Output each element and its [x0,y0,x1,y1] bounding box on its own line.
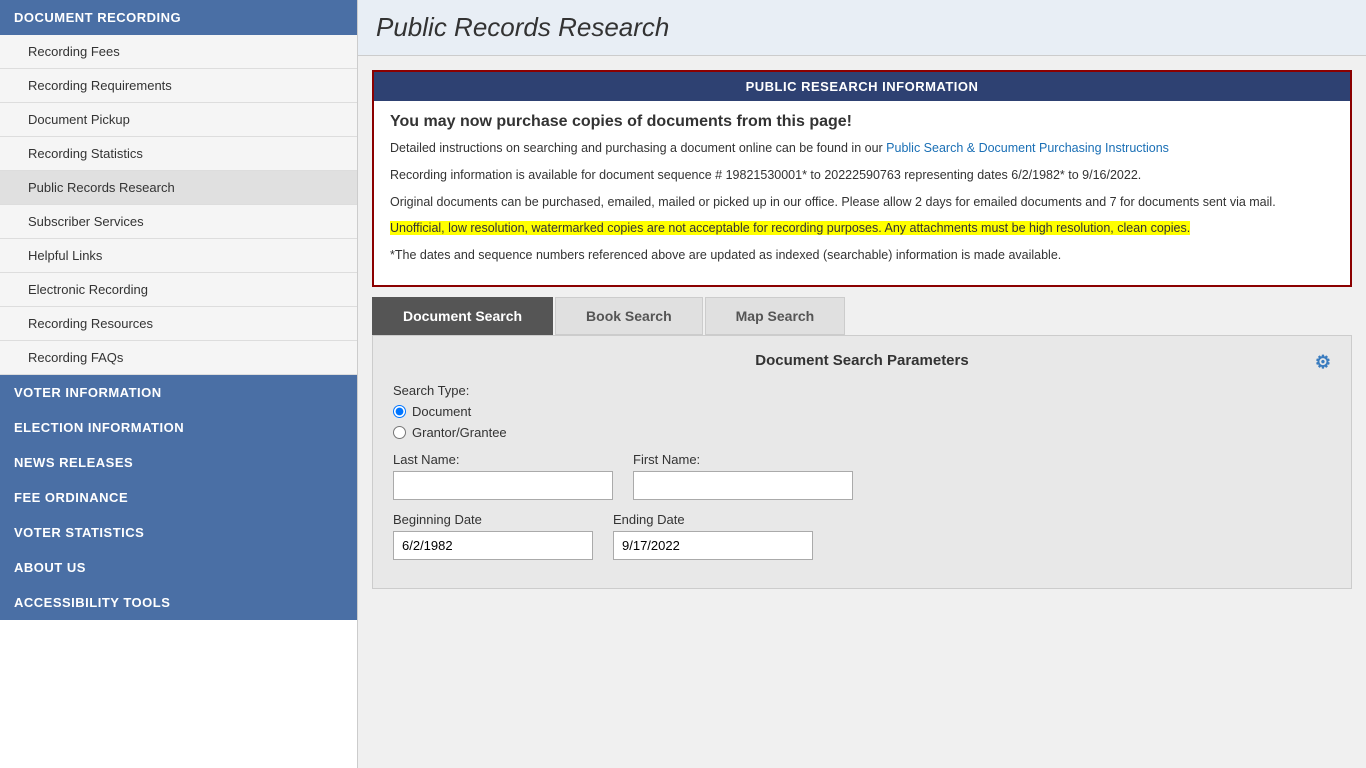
sidebar-item-recording-requirements[interactable]: Recording Requirements [0,69,357,103]
sidebar-section-voter-statistics[interactable]: VOTER STATISTICS [0,515,357,550]
search-panel: Document Search Parameters ⚙ Search Type… [372,335,1352,589]
radio-grantor-label[interactable]: Grantor/Grantee [393,425,1331,440]
first-name-input[interactable] [633,471,853,500]
info-para5: *The dates and sequence numbers referenc… [390,246,1334,265]
info-box: PUBLIC RESEARCH INFORMATION You may now … [372,70,1352,287]
sidebar: DOCUMENT RECORDINGRecording FeesRecordin… [0,0,358,768]
last-name-label: Last Name: [393,452,613,467]
sidebar-item-recording-faqs[interactable]: Recording FAQs [0,341,357,375]
last-name-input[interactable] [393,471,613,500]
beginning-date-input[interactable] [393,531,593,560]
sidebar-item-recording-statistics[interactable]: Recording Statistics [0,137,357,171]
sidebar-section-fee-ordinance[interactable]: FEE ORDINANCE [0,480,357,515]
info-para3: Original documents can be purchased, ema… [390,193,1334,212]
radio-group: Document Grantor/Grantee [393,404,1331,440]
sidebar-item-electronic-recording[interactable]: Electronic Recording [0,273,357,307]
first-name-field-block: First Name: [633,452,853,500]
sidebar-item-document-pickup[interactable]: Document Pickup [0,103,357,137]
tabs-container: Document SearchBook SearchMap Search [372,297,1352,335]
sidebar-item-recording-resources[interactable]: Recording Resources [0,307,357,341]
tab-document-search[interactable]: Document Search [372,297,553,335]
radio-document-label[interactable]: Document [393,404,1331,419]
ending-date-field-block: Ending Date [613,512,813,560]
beginning-date-field-block: Beginning Date [393,512,593,560]
sidebar-section-voter-information[interactable]: VOTER INFORMATION [0,375,357,410]
first-name-label: First Name: [633,452,853,467]
sidebar-section-about-us[interactable]: ABOUT US [0,550,357,585]
sidebar-section-news-releases[interactable]: NEWS RELEASES [0,445,357,480]
info-box-body: You may now purchase copies of documents… [374,101,1350,285]
purchasing-instructions-link[interactable]: Public Search & Document Purchasing Inst… [886,141,1169,155]
sidebar-section-document-recording[interactable]: DOCUMENT RECORDING [0,0,357,35]
sidebar-item-public-records-research[interactable]: Public Records Research [0,171,357,205]
name-fields: Last Name: First Name: [393,452,1331,500]
search-type-label: Search Type: [393,383,1331,398]
radio-document[interactable] [393,405,406,418]
info-para2: Recording information is available for d… [390,166,1334,185]
sidebar-item-helpful-links[interactable]: Helpful Links [0,239,357,273]
ending-date-input[interactable] [613,531,813,560]
ending-date-label: Ending Date [613,512,813,527]
tab-map-search[interactable]: Map Search [705,297,846,335]
beginning-date-label: Beginning Date [393,512,593,527]
gear-icon[interactable]: ⚙ [1315,352,1331,373]
info-para4-highlighted: Unofficial, low resolution, watermarked … [390,219,1334,238]
info-box-header: PUBLIC RESEARCH INFORMATION [374,72,1350,101]
sidebar-section-accessibility-tools[interactable]: ACCESSIBILITY TOOLS [0,585,357,620]
info-para1: Detailed instructions on searching and p… [390,139,1334,158]
search-panel-title: Document Search Parameters ⚙ [393,352,1331,369]
main-content: Public Records Research PUBLIC RESEARCH … [358,0,1366,768]
sidebar-item-subscriber-services[interactable]: Subscriber Services [0,205,357,239]
last-name-field-block: Last Name: [393,452,613,500]
tab-book-search[interactable]: Book Search [555,297,703,335]
info-box-heading: You may now purchase copies of documents… [390,113,1334,131]
radio-grantor[interactable] [393,426,406,439]
sidebar-item-recording-fees[interactable]: Recording Fees [0,35,357,69]
page-title: Public Records Research [358,0,1366,56]
date-fields: Beginning Date Ending Date [393,512,1331,560]
sidebar-section-election-information[interactable]: ELECTION INFORMATION [0,410,357,445]
